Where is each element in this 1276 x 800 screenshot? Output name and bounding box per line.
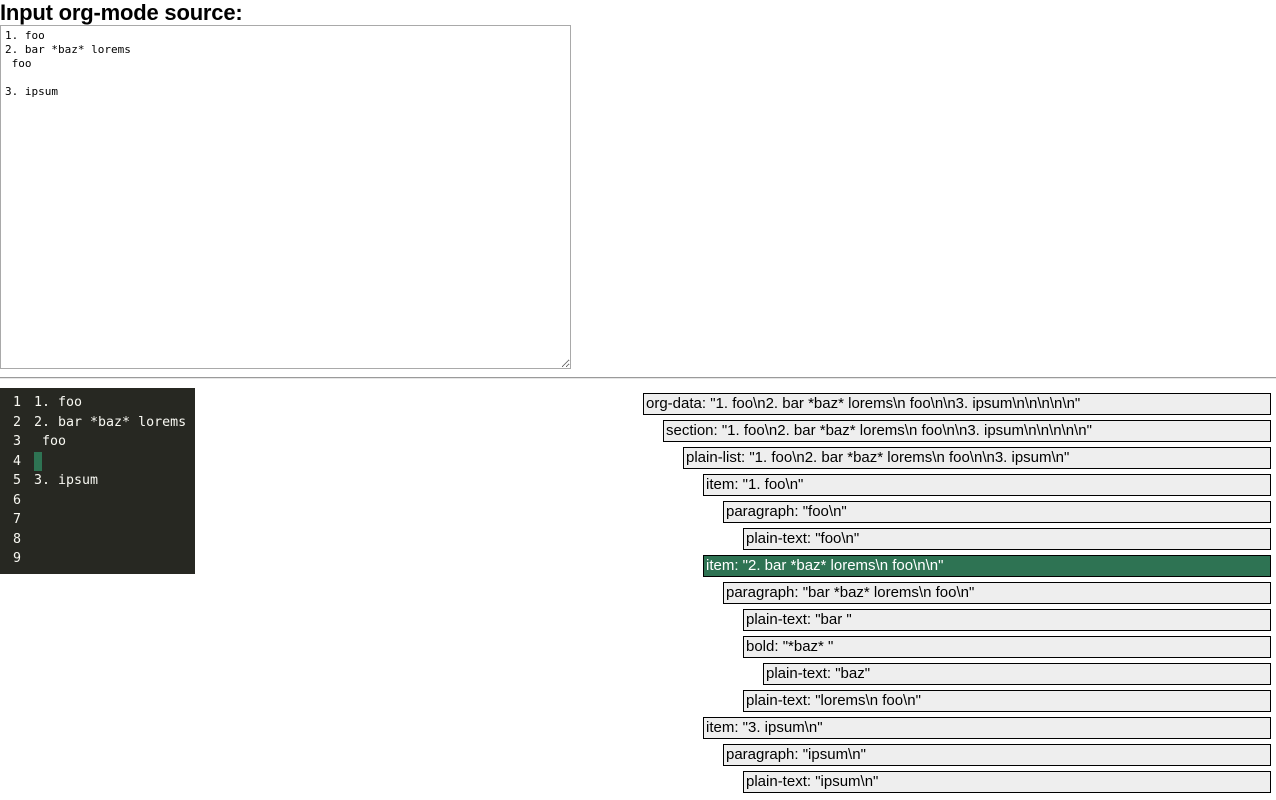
line-number: 6 <box>13 492 22 508</box>
page-heading: Input org-mode source: <box>0 0 243 25</box>
line-text <box>34 451 42 471</box>
tree-node[interactable]: paragraph: "bar *baz* lorems\n foo\n" <box>723 582 1271 604</box>
tree-node[interactable]: item: "3. ipsum\n" <box>703 717 1271 739</box>
tree-node[interactable]: item: "1. foo\n" <box>703 474 1271 496</box>
line-number: 7 <box>13 512 22 527</box>
code-line: 8 <box>0 530 195 550</box>
tree-node[interactable]: plain-text: "lorems\n foo\n" <box>743 690 1271 712</box>
tree-node[interactable]: plain-text: "baz" <box>763 663 1271 685</box>
line-number: 2 <box>13 414 22 430</box>
line-number: 4 <box>13 453 22 469</box>
code-line: 6 <box>0 491 195 511</box>
line-number: 9 <box>13 551 22 566</box>
code-line: 3 foo <box>0 432 195 452</box>
line-number: 5 <box>13 473 22 488</box>
tree-node[interactable]: plain-list: "1. foo\n2. bar *baz* lorems… <box>683 447 1271 469</box>
tree-node[interactable]: paragraph: "foo\n" <box>723 501 1271 523</box>
line-text: 1. foo <box>34 395 83 410</box>
org-source-input[interactable] <box>0 25 571 369</box>
tree-node[interactable]: bold: "*baz* " <box>743 636 1271 658</box>
source-editor-container <box>0 25 571 369</box>
tree-node[interactable]: plain-text: "bar " <box>743 609 1271 631</box>
tree-node[interactable]: org-data: "1. foo\n2. bar *baz* lorems\n… <box>643 393 1271 415</box>
tree-node[interactable]: plain-text: "ipsum\n" <box>743 771 1271 793</box>
line-number: 1 <box>13 395 22 410</box>
tree-node[interactable]: plain-text: "foo\n" <box>743 528 1271 550</box>
code-line: 4 <box>0 451 195 471</box>
line-text: 3. ipsum <box>34 473 99 488</box>
tree-node[interactable]: section: "1. foo\n2. bar *baz* lorems\n … <box>663 420 1271 442</box>
code-line: 5 3. ipsum <box>0 471 195 491</box>
tree-node[interactable]: item: "2. bar *baz* lorems\n foo\n\n" <box>703 555 1271 577</box>
highlighted-source-view: 1 1. foo 2 2. bar *baz* lorems 3 foo 4 5 3. ips… <box>0 388 195 574</box>
code-line: 1 1. foo <box>0 393 195 413</box>
horizontal-divider <box>0 377 1276 379</box>
code-line: 9 <box>0 549 195 569</box>
code-line: 7 <box>0 510 195 530</box>
line-number: 3 <box>13 434 22 449</box>
tree-node[interactable]: paragraph: "ipsum\n" <box>723 744 1271 766</box>
line-number: 8 <box>13 531 22 547</box>
code-line: 2 2. bar *baz* lorems <box>0 413 195 433</box>
